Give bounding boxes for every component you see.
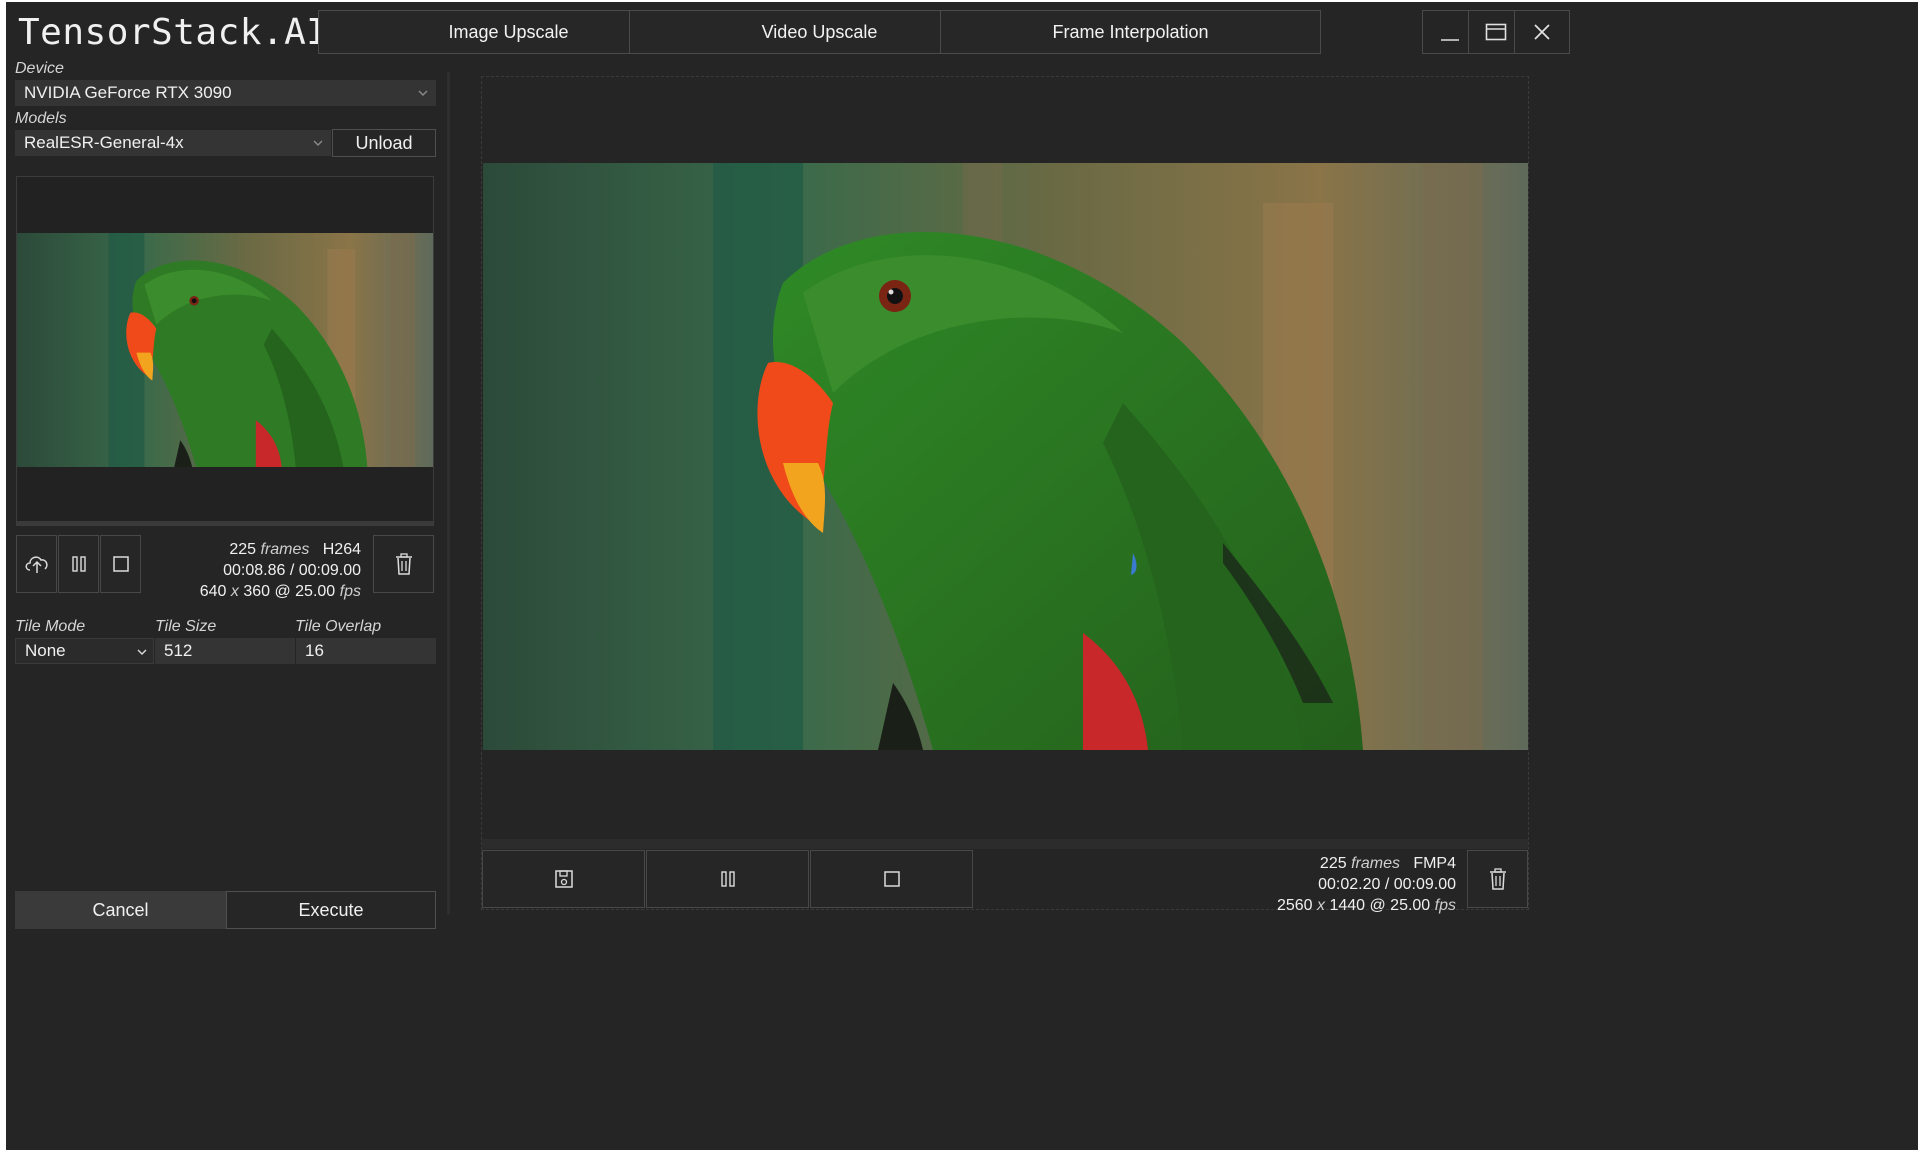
app-window: TensorStack.AI Image Upscale Video Upsca… bbox=[6, 2, 1918, 1150]
input-preview-panel bbox=[16, 176, 434, 526]
save-button[interactable] bbox=[482, 850, 645, 908]
chevron-down-icon bbox=[313, 140, 323, 146]
input-frames: 225 bbox=[229, 541, 257, 558]
stop-icon bbox=[883, 871, 900, 887]
input-res-h: 360 @ 25.00 bbox=[243, 583, 336, 600]
unload-button[interactable]: Unload bbox=[332, 129, 436, 157]
execute-button[interactable]: Execute bbox=[226, 891, 436, 929]
tile-mode-label: Tile Mode bbox=[15, 618, 86, 635]
device-value: NVIDIA GeForce RTX 3090 bbox=[24, 83, 232, 102]
pause-icon bbox=[720, 871, 735, 887]
device-select[interactable]: NVIDIA GeForce RTX 3090 bbox=[15, 80, 436, 106]
output-codec: FMP4 bbox=[1413, 855, 1456, 872]
input-frames-unit: frames bbox=[260, 541, 310, 558]
input-res-x: x bbox=[230, 583, 239, 600]
input-codec: H264 bbox=[322, 541, 361, 558]
tile-size-label: Tile Size bbox=[155, 618, 217, 635]
cancel-button[interactable]: Cancel bbox=[15, 891, 226, 929]
output-res-h: 1440 @ 25.00 bbox=[1329, 897, 1431, 914]
output-res-x: x bbox=[1316, 897, 1325, 914]
upload-icon bbox=[25, 556, 48, 573]
output-video-info: 225 frames FMP4 00:02.20 / 00:09.00 2560… bbox=[1206, 853, 1456, 916]
trash-icon bbox=[1489, 868, 1506, 890]
output-progress-track[interactable] bbox=[482, 839, 1528, 849]
parrot-thumbnail bbox=[17, 233, 433, 467]
close-icon bbox=[1534, 24, 1550, 40]
input-pause-button[interactable] bbox=[58, 535, 99, 593]
trash-icon bbox=[395, 553, 412, 575]
tile-overlap-label: Tile Overlap bbox=[295, 618, 382, 635]
input-fps-unit: fps bbox=[339, 583, 361, 600]
stop-icon bbox=[112, 556, 129, 572]
save-icon bbox=[554, 870, 573, 888]
output-preview-panel bbox=[481, 76, 1529, 910]
maximize-icon bbox=[1485, 23, 1507, 41]
output-fps-unit: fps bbox=[1434, 897, 1456, 914]
tile-mode-value: None bbox=[25, 641, 66, 660]
output-frames-unit: frames bbox=[1351, 855, 1400, 872]
output-stop-button[interactable] bbox=[810, 850, 973, 908]
tile-overlap-input[interactable]: 16 bbox=[296, 638, 436, 664]
model-value: RealESR-General-4x bbox=[24, 133, 184, 152]
app-title: TensorStack.AI bbox=[18, 12, 329, 53]
output-res-w: 2560 bbox=[1276, 897, 1313, 914]
pause-icon bbox=[71, 556, 86, 572]
parrot-output-image bbox=[483, 163, 1528, 750]
chevron-down-icon bbox=[418, 90, 428, 96]
output-pause-button[interactable] bbox=[646, 850, 809, 908]
input-video-frame bbox=[17, 233, 433, 467]
model-select[interactable]: RealESR-General-4x bbox=[15, 130, 331, 156]
panel-splitter[interactable] bbox=[447, 72, 450, 915]
tile-size-input[interactable]: 512 bbox=[155, 638, 295, 664]
output-time: 00:02.20 / 00:09.00 bbox=[1318, 876, 1456, 893]
input-res-w: 640 bbox=[199, 583, 227, 600]
output-video-frame bbox=[483, 163, 1528, 750]
input-stop-button[interactable] bbox=[100, 535, 141, 593]
tab-frame-interpolation[interactable]: Frame Interpolation bbox=[940, 10, 1321, 54]
upload-button[interactable] bbox=[16, 535, 57, 593]
device-label: Device bbox=[15, 60, 64, 77]
chevron-down-icon bbox=[137, 649, 147, 655]
input-video-info: 225 frames H264 00:08.86 / 00:09.00 640 … bbox=[146, 539, 361, 602]
input-time: 00:08.86 / 00:09.00 bbox=[223, 562, 361, 579]
close-button[interactable] bbox=[1514, 10, 1570, 54]
output-frames: 225 bbox=[1319, 855, 1347, 872]
minimize-icon bbox=[1441, 39, 1459, 41]
tile-mode-select[interactable]: None bbox=[15, 638, 154, 664]
input-delete-button[interactable] bbox=[373, 535, 434, 593]
input-progress-track[interactable] bbox=[17, 521, 433, 525]
output-delete-button[interactable] bbox=[1467, 850, 1528, 908]
models-label: Models bbox=[15, 110, 67, 127]
